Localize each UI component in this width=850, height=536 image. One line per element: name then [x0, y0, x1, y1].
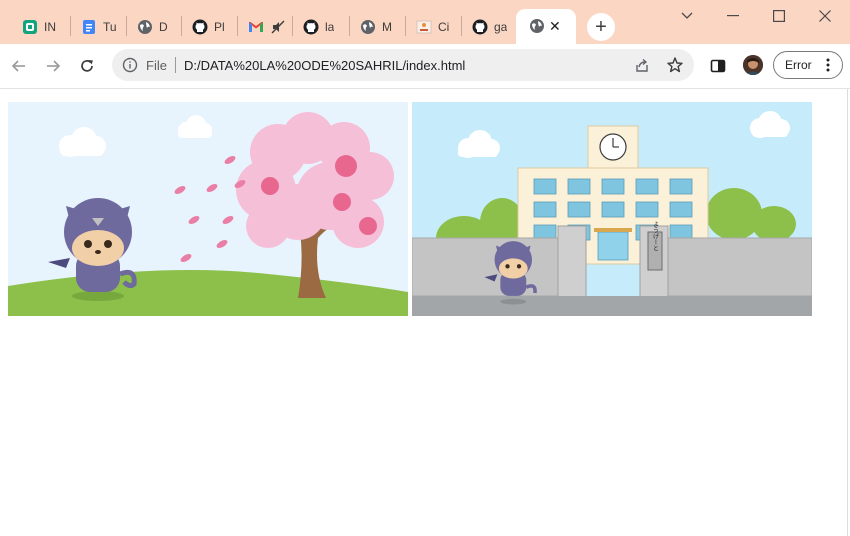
avatar[interactable] — [743, 55, 763, 75]
forward-button[interactable] — [42, 55, 64, 77]
github-icon — [472, 19, 488, 35]
tab-divider — [405, 16, 406, 36]
school-image: ようげーと — [412, 102, 812, 316]
tab-divider — [237, 16, 238, 36]
tab-divider — [349, 16, 350, 36]
url-text[interactable]: D:/DATA%20LA%20ODE%20SAHRIL/index.html — [184, 58, 465, 73]
close-tab-icon[interactable]: ✕ — [549, 18, 561, 34]
side-panel-icon[interactable] — [710, 58, 726, 74]
app-icon — [22, 19, 38, 35]
tab-2[interactable]: Tu — [81, 9, 117, 44]
back-arrow-icon — [11, 60, 25, 72]
tab-3[interactable]: D — [137, 9, 168, 44]
error-label: Error — [785, 58, 812, 72]
tab-6[interactable]: la — [303, 9, 334, 44]
github-icon — [303, 19, 319, 35]
browser-toolbar: File D:/DATA%20LA%20ODE%20SAHRIL/index.h… — [0, 44, 850, 89]
tab-divider — [126, 16, 127, 36]
close-window-icon[interactable] — [813, 6, 837, 26]
tab-title: Ci — [438, 19, 450, 34]
reload-icon — [81, 60, 93, 72]
gmail-icon — [248, 19, 264, 35]
tab-title: ga — [494, 19, 508, 34]
tab-7[interactable]: M — [360, 9, 392, 44]
tab-divider — [70, 16, 71, 36]
omnibox-divider — [175, 57, 176, 73]
globe-icon — [360, 19, 376, 35]
tab-title: IN — [44, 19, 56, 34]
tab-title: la — [325, 19, 335, 34]
tab-title: M — [382, 19, 392, 34]
tab-active[interactable]: ✕ — [516, 9, 576, 44]
tab-search-icon[interactable] — [675, 6, 699, 26]
docs-icon — [81, 19, 97, 35]
tab-title: Pl — [214, 19, 225, 34]
tab-divider — [181, 16, 182, 36]
bookmark-star-icon[interactable] — [666, 56, 684, 74]
image-icon — [416, 19, 432, 35]
minimize-icon[interactable] — [721, 6, 745, 26]
globe-icon — [137, 19, 153, 35]
more-menu-icon[interactable] — [826, 58, 830, 72]
scheme-label: File — [146, 58, 167, 73]
tab-strip: IN Tu D Pl la M Ci ga ✕ + — [0, 0, 850, 44]
globe-icon — [529, 18, 545, 34]
new-tab-button[interactable]: + — [587, 13, 615, 41]
tab-8[interactable]: Ci — [416, 9, 449, 44]
mute-icon — [270, 19, 286, 35]
forward-arrow-icon — [47, 60, 61, 72]
cherry-blossom-image — [8, 102, 408, 316]
tab-9[interactable]: ga — [472, 9, 507, 44]
tab-title: Tu — [103, 19, 117, 34]
gate-sign-text: ようげーと — [652, 221, 659, 251]
info-icon[interactable] — [122, 57, 138, 73]
tab-5[interactable] — [248, 9, 286, 44]
profile-error-button[interactable]: Error — [773, 51, 843, 79]
github-icon — [192, 19, 208, 35]
reload-button[interactable] — [76, 55, 98, 77]
share-icon[interactable] — [634, 57, 650, 73]
maximize-icon[interactable] — [767, 6, 791, 26]
tab-title: D — [159, 19, 168, 34]
tab-divider — [461, 16, 462, 36]
tab-divider — [292, 16, 293, 36]
address-bar[interactable]: File D:/DATA%20LA%20ODE%20SAHRIL/index.h… — [112, 49, 694, 81]
tab-4[interactable]: Pl — [192, 9, 225, 44]
tab-1[interactable]: IN — [22, 9, 56, 44]
back-button[interactable] — [8, 55, 30, 77]
